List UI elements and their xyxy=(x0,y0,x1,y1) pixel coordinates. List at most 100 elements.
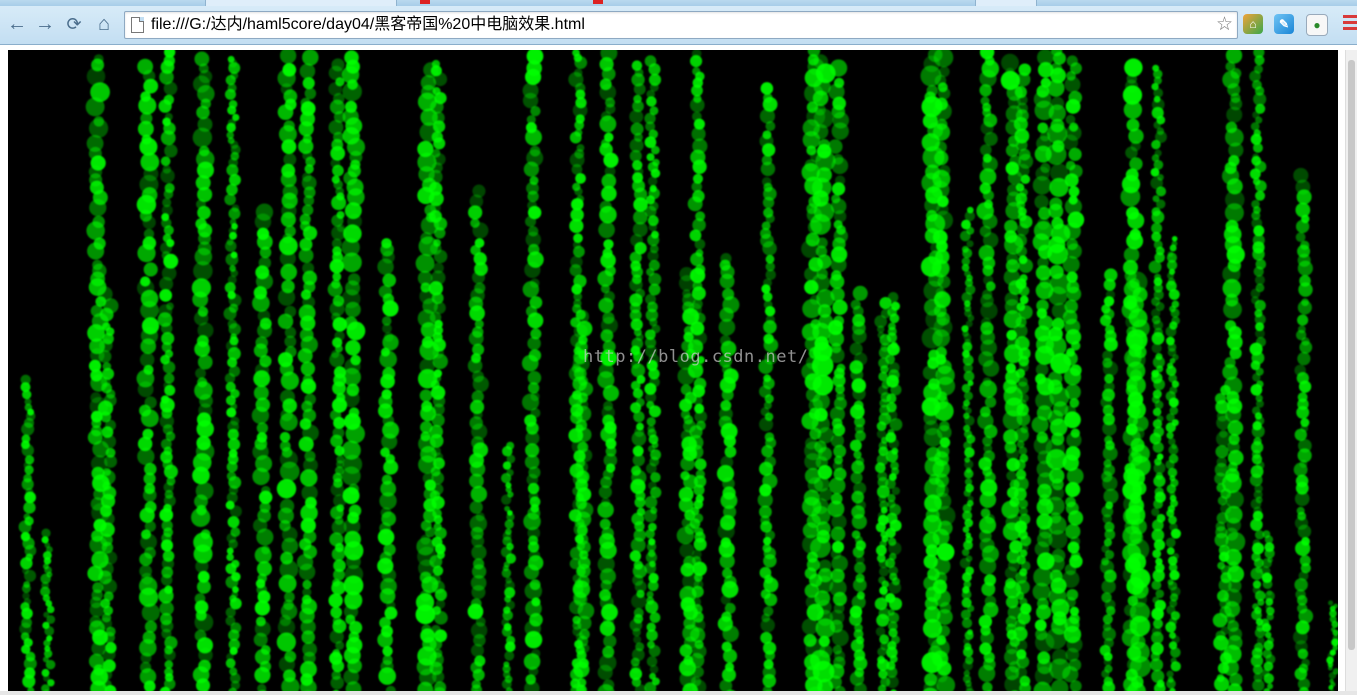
forward-arrow-icon[interactable]: → xyxy=(32,10,58,38)
rain-drop xyxy=(377,528,395,546)
rain-drop xyxy=(160,168,175,184)
rain-drop xyxy=(647,233,660,247)
back-arrow-icon[interactable]: ← xyxy=(4,10,30,38)
rain-drop xyxy=(330,482,345,497)
rain-drop xyxy=(1062,666,1079,683)
star-icon[interactable]: ☆ xyxy=(1216,13,1233,36)
rain-drop xyxy=(633,411,645,423)
rain-drop xyxy=(1045,143,1067,165)
rain-drop xyxy=(1215,445,1229,459)
rain-drop xyxy=(1016,72,1031,87)
rain-drop xyxy=(1016,412,1031,426)
address-bar[interactable]: file:///G:/达内/haml5core/day04/黑客帝国%20中电脑… xyxy=(124,11,1238,39)
rain-drop xyxy=(833,444,847,458)
rain-drop xyxy=(764,650,776,661)
rain-drop xyxy=(889,418,903,431)
rain-drop xyxy=(932,123,951,141)
rain-drop xyxy=(648,405,662,418)
rain-drop xyxy=(982,682,993,691)
rain-drop xyxy=(1125,146,1138,159)
rain-drop xyxy=(717,522,735,540)
rain-drop xyxy=(1153,475,1166,488)
rain-drop xyxy=(300,378,317,395)
rain-drop xyxy=(644,562,657,575)
rain-drop xyxy=(984,396,997,408)
rain-drop xyxy=(1063,222,1081,240)
rain-drop xyxy=(104,455,118,468)
rain-drop xyxy=(1226,106,1243,123)
rain-drop xyxy=(961,548,970,557)
rain-drop xyxy=(891,486,900,496)
rain-drop xyxy=(962,526,970,533)
rain-drop xyxy=(759,108,776,124)
rain-drop xyxy=(692,159,707,174)
rain-drop xyxy=(524,630,543,649)
rain-drop xyxy=(646,96,657,107)
scrollbar-thumb[interactable] xyxy=(1348,60,1355,650)
rain-drop xyxy=(470,485,488,503)
rain-drop xyxy=(470,643,485,658)
rain-drop xyxy=(1212,612,1228,628)
extension-note-icon[interactable]: ✎ xyxy=(1274,14,1294,34)
rain-drop xyxy=(603,239,614,250)
rain-drop xyxy=(811,273,830,292)
rain-drop xyxy=(573,661,590,678)
rain-drop xyxy=(629,550,642,562)
rain-drop xyxy=(878,566,889,577)
rain-drop xyxy=(647,250,659,262)
rain-column xyxy=(1326,600,1338,691)
rain-drop xyxy=(569,218,584,234)
rain-drop xyxy=(254,213,272,231)
extension-home-icon[interactable]: ⌂ xyxy=(1243,14,1263,34)
home-icon[interactable]: ⌂ xyxy=(91,10,117,38)
rain-drop xyxy=(227,105,237,115)
rain-drop xyxy=(1100,314,1112,327)
vertical-scrollbar[interactable] xyxy=(1345,50,1357,691)
rain-drop xyxy=(812,374,834,396)
rain-drop xyxy=(98,350,112,363)
rain-drop xyxy=(876,613,890,627)
watermark-text: http://blog.csdn.net/ xyxy=(583,347,809,367)
rain-drop xyxy=(163,81,178,96)
rain-drop xyxy=(888,597,903,611)
rain-drop xyxy=(251,406,270,425)
rain-drop xyxy=(434,227,446,239)
rain-drop xyxy=(1065,596,1076,608)
rain-drop xyxy=(690,252,704,267)
rain-drop xyxy=(276,632,296,652)
rain-drop xyxy=(1156,199,1166,209)
rain-drop xyxy=(888,541,902,556)
rain-drop xyxy=(254,546,272,564)
rain-drop xyxy=(878,346,891,359)
rain-drop xyxy=(1257,598,1265,606)
extension-frog-icon[interactable]: ● xyxy=(1306,14,1328,36)
rain-drop xyxy=(332,381,346,396)
rain-drop xyxy=(967,314,975,322)
rain-drop xyxy=(99,307,114,322)
menu-icon[interactable] xyxy=(1343,15,1357,33)
rain-drop xyxy=(253,370,271,388)
rain-drop xyxy=(1328,600,1334,606)
reload-icon[interactable]: ⟳ xyxy=(61,10,87,38)
rain-drop xyxy=(1066,432,1082,448)
rain-drop xyxy=(160,130,176,146)
rain-drop xyxy=(1126,350,1146,370)
rain-drop xyxy=(1165,422,1176,433)
rain-drop xyxy=(599,620,616,636)
rain-drop xyxy=(342,487,360,505)
rain-drop xyxy=(86,221,105,240)
rain-drop xyxy=(1169,244,1177,252)
rain-drop xyxy=(578,448,593,463)
rain-drop xyxy=(1048,286,1068,306)
rain-drop xyxy=(1065,481,1081,498)
rain-drop xyxy=(43,557,52,565)
url-text[interactable]: file:///G:/达内/haml5core/day04/黑客帝国%20中电脑… xyxy=(151,15,585,34)
rain-drop xyxy=(281,537,299,555)
rain-drop xyxy=(429,637,443,651)
rain-drop xyxy=(1102,475,1118,492)
rain-drop xyxy=(630,537,646,553)
rain-drop xyxy=(502,461,512,470)
rain-drop xyxy=(431,413,445,427)
rain-drop xyxy=(878,371,888,382)
rain-drop xyxy=(1066,286,1082,302)
